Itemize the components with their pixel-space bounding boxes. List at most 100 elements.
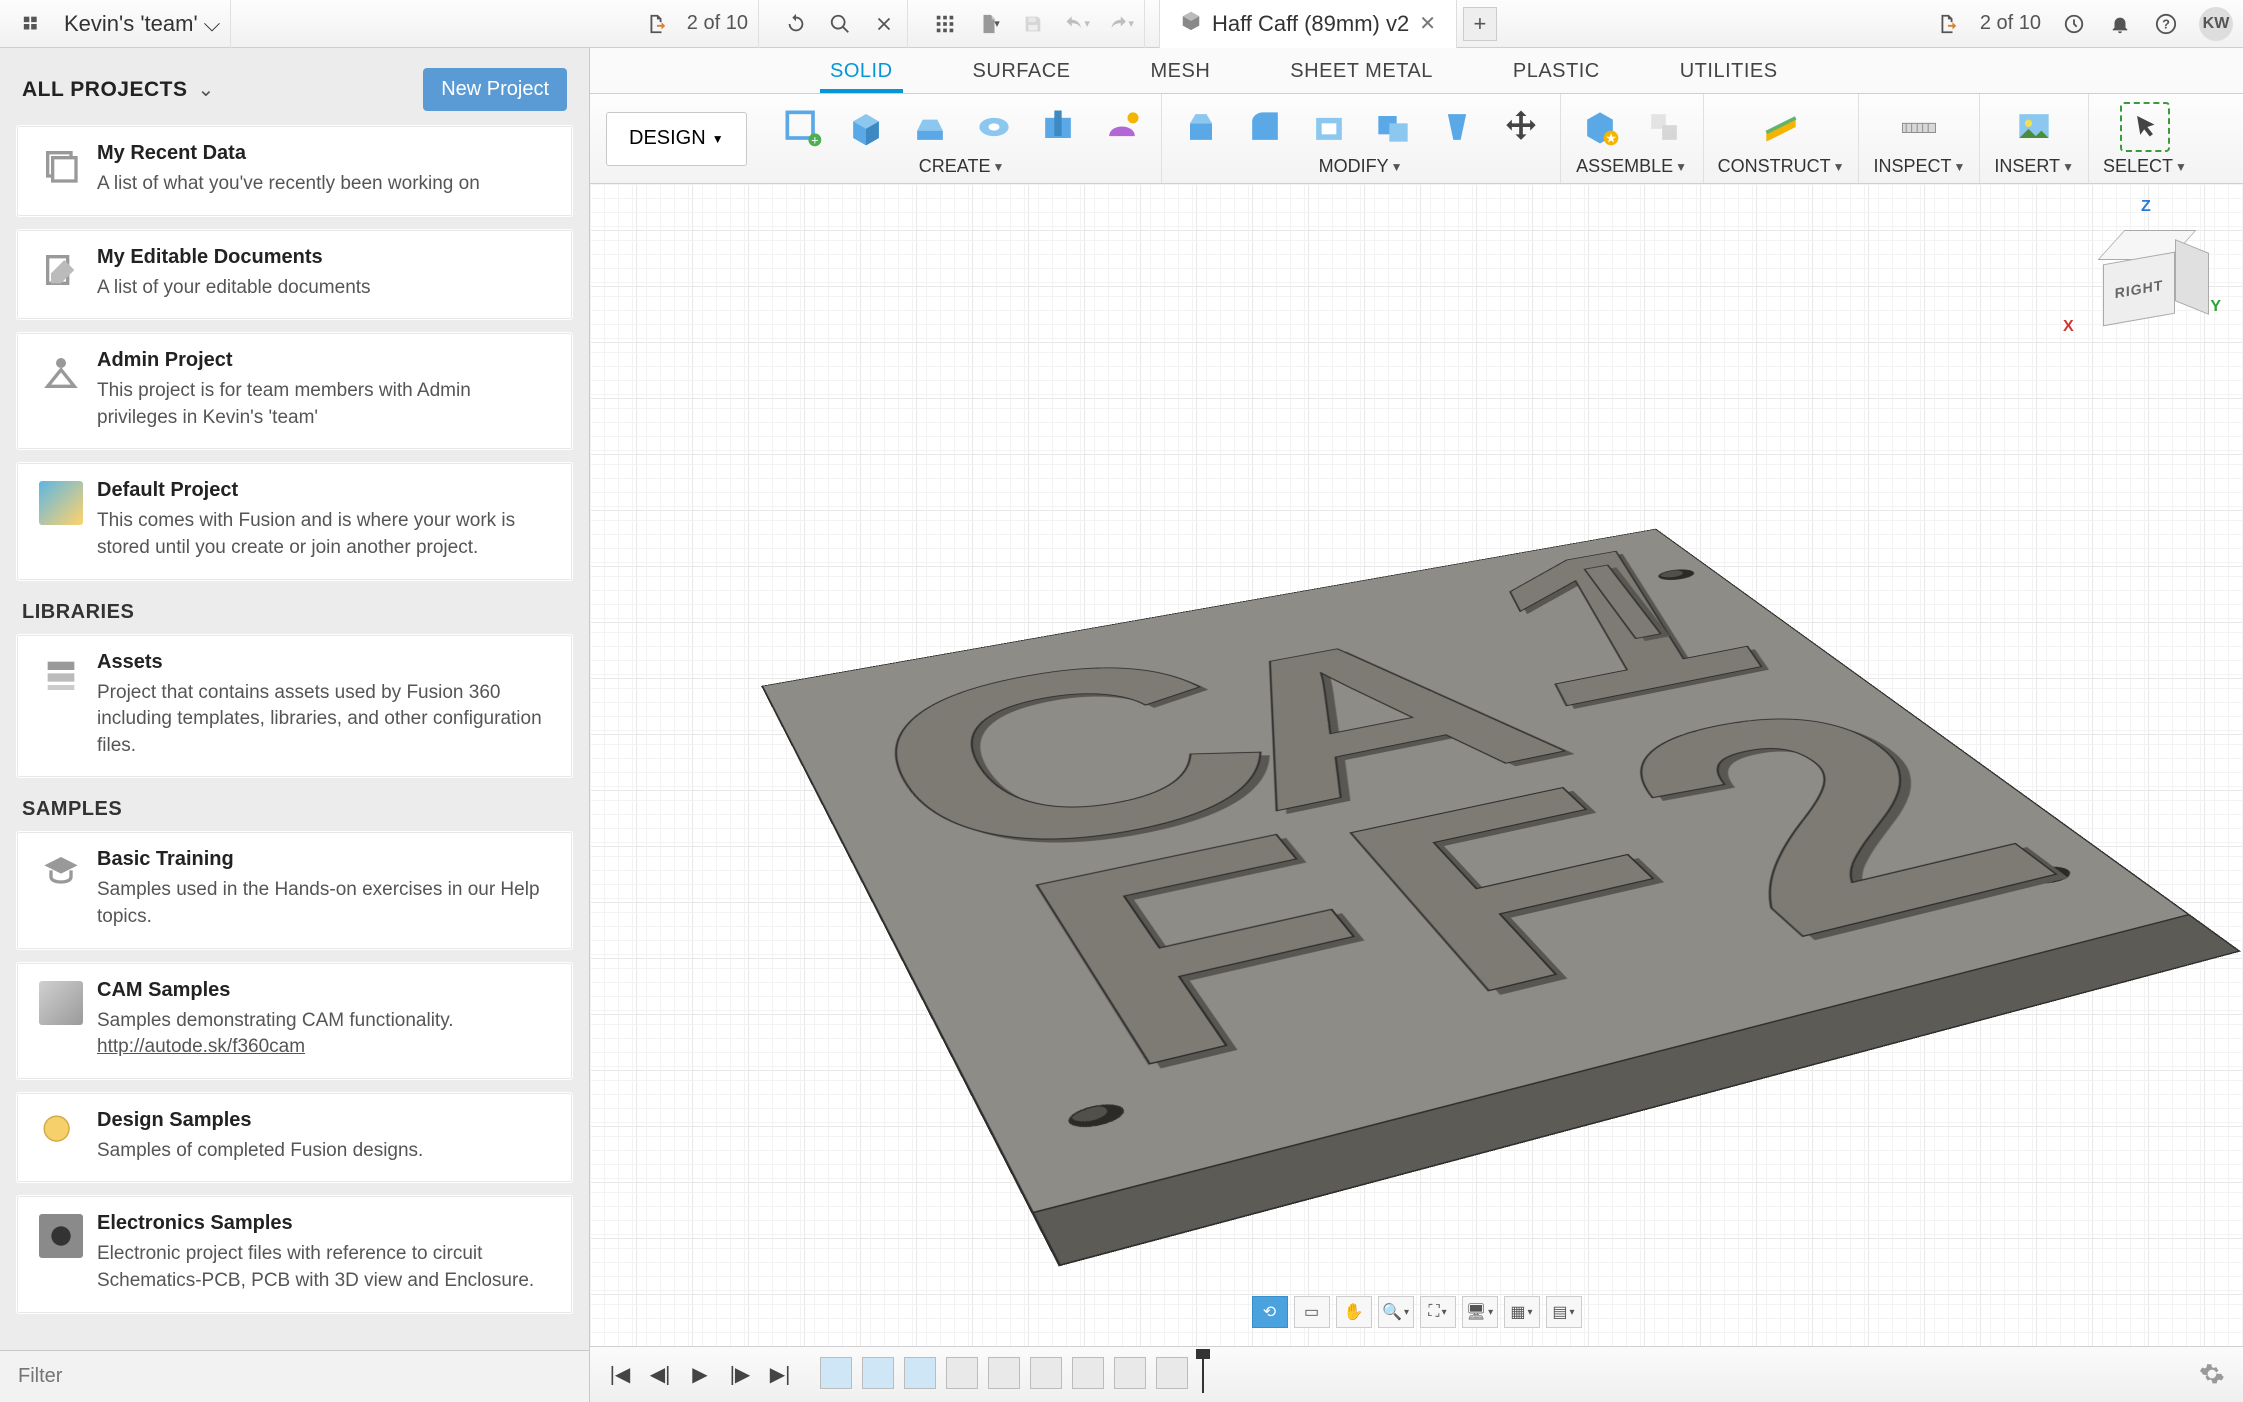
library-assets[interactable]: Assets Project that contains assets used… <box>16 634 573 779</box>
view-cube[interactable]: Z Y X RIGHT <box>2083 214 2203 344</box>
orbit-icon[interactable]: ⟲ <box>1252 1296 1288 1328</box>
timeline-end-icon[interactable]: ▶| <box>766 1361 794 1389</box>
zoom-icon[interactable]: 🔍▾ <box>1378 1296 1414 1328</box>
project-recent-data[interactable]: My Recent Data A list of what you've rec… <box>16 125 573 217</box>
timeline-play-icon[interactable]: ▶ <box>686 1361 714 1389</box>
timeline-step-fwd-icon[interactable]: |▶ <box>726 1361 754 1389</box>
notifications-icon[interactable] <box>2107 11 2133 37</box>
measure-icon[interactable] <box>1894 102 1944 152</box>
new-component-icon[interactable]: ★ <box>1575 102 1625 152</box>
new-project-button[interactable]: New Project <box>423 68 567 111</box>
select-dropdown[interactable]: SELECT▼ <box>2103 156 2187 177</box>
timeline-marker[interactable] <box>1202 1357 1204 1393</box>
timeline-settings-icon[interactable] <box>2199 1361 2225 1393</box>
timeline-feature[interactable] <box>820 1357 852 1389</box>
pan-icon[interactable]: ✋ <box>1336 1296 1372 1328</box>
modify-dropdown[interactable]: MODIFY▼ <box>1319 156 1403 177</box>
job-status-left[interactable]: 2 of 10 <box>687 12 748 35</box>
tab-mesh[interactable]: MESH <box>1141 60 1221 93</box>
file-export-icon[interactable] <box>643 11 669 37</box>
viewport-layout-icon[interactable]: ▤▾ <box>1546 1296 1582 1328</box>
model[interactable]: C A F F 1 / 2 <box>761 528 2190 1213</box>
timeline-feature[interactable] <box>1156 1357 1188 1389</box>
timeline-feature[interactable] <box>1030 1357 1062 1389</box>
refresh-icon[interactable] <box>783 11 809 37</box>
fit-icon[interactable]: ⛶▾ <box>1420 1296 1456 1328</box>
inspect-dropdown[interactable]: INSPECT▼ <box>1873 156 1965 177</box>
redo-icon[interactable]: ▾ <box>1108 11 1134 37</box>
sample-basic-training[interactable]: Basic Training Samples used in the Hands… <box>16 831 573 949</box>
plane-icon[interactable] <box>1756 102 1806 152</box>
viewport-canvas[interactable]: Z Y X RIGHT C A F F 1 <box>590 184 2243 1402</box>
file-export-icon-right[interactable] <box>1934 11 1960 37</box>
presspull-icon[interactable] <box>1176 102 1226 152</box>
fillet-icon[interactable] <box>1240 102 1290 152</box>
draft-icon[interactable] <box>1432 102 1482 152</box>
move-icon[interactable] <box>1496 102 1546 152</box>
timeline-feature[interactable] <box>946 1357 978 1389</box>
tab-surface[interactable]: SURFACE <box>963 60 1081 93</box>
hole-icon[interactable] <box>1033 102 1083 152</box>
tab-solid[interactable]: SOLID <box>820 60 903 93</box>
create-dropdown[interactable]: CREATE▼ <box>919 156 1005 177</box>
user-avatar[interactable]: KW <box>2199 7 2233 41</box>
display-settings-icon[interactable]: 🖥▾ <box>1462 1296 1498 1328</box>
construct-dropdown[interactable]: CONSTRUCT▼ <box>1718 156 1845 177</box>
job-status-right[interactable]: 2 of 10 <box>1980 12 2041 35</box>
shell-icon[interactable] <box>1304 102 1354 152</box>
grid-settings-icon[interactable]: ▦▾ <box>1504 1296 1540 1328</box>
timeline-step-back-icon[interactable]: ◀| <box>646 1361 674 1389</box>
data-panel-icon[interactable] <box>20 11 46 37</box>
timeline-feature[interactable] <box>862 1357 894 1389</box>
team-hub-dropdown[interactable]: Kevin's 'team' ⌵ <box>64 11 220 37</box>
group-create: + CREATE▼ <box>763 94 1162 183</box>
sample-cam[interactable]: CAM Samples Samples demonstrating CAM fu… <box>16 962 573 1080</box>
insert-image-icon[interactable] <box>2009 102 2059 152</box>
cam-link[interactable]: http://autode.sk/f360cam <box>97 1036 305 1057</box>
save-icon[interactable] <box>1020 11 1046 37</box>
revolve-icon[interactable] <box>969 102 1019 152</box>
axis-z: Z <box>2141 198 2151 216</box>
tab-plastic[interactable]: PLASTIC <box>1503 60 1610 93</box>
help-icon[interactable]: ? <box>2153 11 2179 37</box>
sample-electronics[interactable]: Electronics Samples Electronic project f… <box>16 1195 573 1313</box>
close-panel-icon[interactable] <box>871 11 897 37</box>
search-icon[interactable] <box>827 11 853 37</box>
project-admin[interactable]: Admin Project This project is for team m… <box>16 332 573 450</box>
close-tab-icon[interactable]: ✕ <box>1419 11 1436 36</box>
combine-icon[interactable] <box>1368 102 1418 152</box>
new-tab-button[interactable]: + <box>1463 7 1497 41</box>
graduation-icon <box>39 850 83 894</box>
document-tab[interactable]: Haff Caff (89mm) v2 ✕ <box>1159 0 1457 48</box>
tab-utilities[interactable]: UTILITIES <box>1670 60 1788 93</box>
new-file-icon[interactable]: ▾ <box>976 11 1002 37</box>
timeline-feature[interactable] <box>904 1357 936 1389</box>
projects-header[interactable]: ALL PROJECTS <box>22 78 187 102</box>
timeline-feature[interactable] <box>1072 1357 1104 1389</box>
sample-design[interactable]: Design Samples Samples of completed Fusi… <box>16 1092 573 1184</box>
timeline-feature[interactable] <box>1114 1357 1146 1389</box>
cube-side[interactable] <box>2175 239 2209 315</box>
workspace-switcher[interactable]: DESIGN▼ <box>606 112 747 166</box>
project-default[interactable]: Default Project This comes with Fusion a… <box>16 462 573 580</box>
grid-apps-icon[interactable] <box>932 11 958 37</box>
chevron-down-icon[interactable]: ⌄ <box>197 77 214 102</box>
project-editable-docs[interactable]: My Editable Documents A list of your edi… <box>16 229 573 321</box>
timeline-start-icon[interactable]: |◀ <box>606 1361 634 1389</box>
cube-front[interactable]: RIGHT <box>2103 252 2175 327</box>
assemble-dropdown[interactable]: ASSEMBLE▼ <box>1576 156 1687 177</box>
clock-icon[interactable] <box>2061 11 2087 37</box>
look-at-icon[interactable]: ▭ <box>1294 1296 1330 1328</box>
form-icon[interactable] <box>1097 102 1147 152</box>
undo-icon[interactable]: ▾ <box>1064 11 1090 37</box>
timeline-feature[interactable] <box>988 1357 1020 1389</box>
sketch-icon[interactable]: + <box>777 102 827 152</box>
team-name: Kevin's 'team' <box>64 11 198 37</box>
joint-icon[interactable] <box>1639 102 1689 152</box>
insert-dropdown[interactable]: INSERT▼ <box>1994 156 2074 177</box>
filter-input[interactable] <box>18 1365 571 1388</box>
box-icon[interactable] <box>841 102 891 152</box>
extrude-icon[interactable] <box>905 102 955 152</box>
tab-sheet-metal[interactable]: SHEET METAL <box>1280 60 1443 93</box>
select-tool-icon[interactable] <box>2120 102 2170 152</box>
